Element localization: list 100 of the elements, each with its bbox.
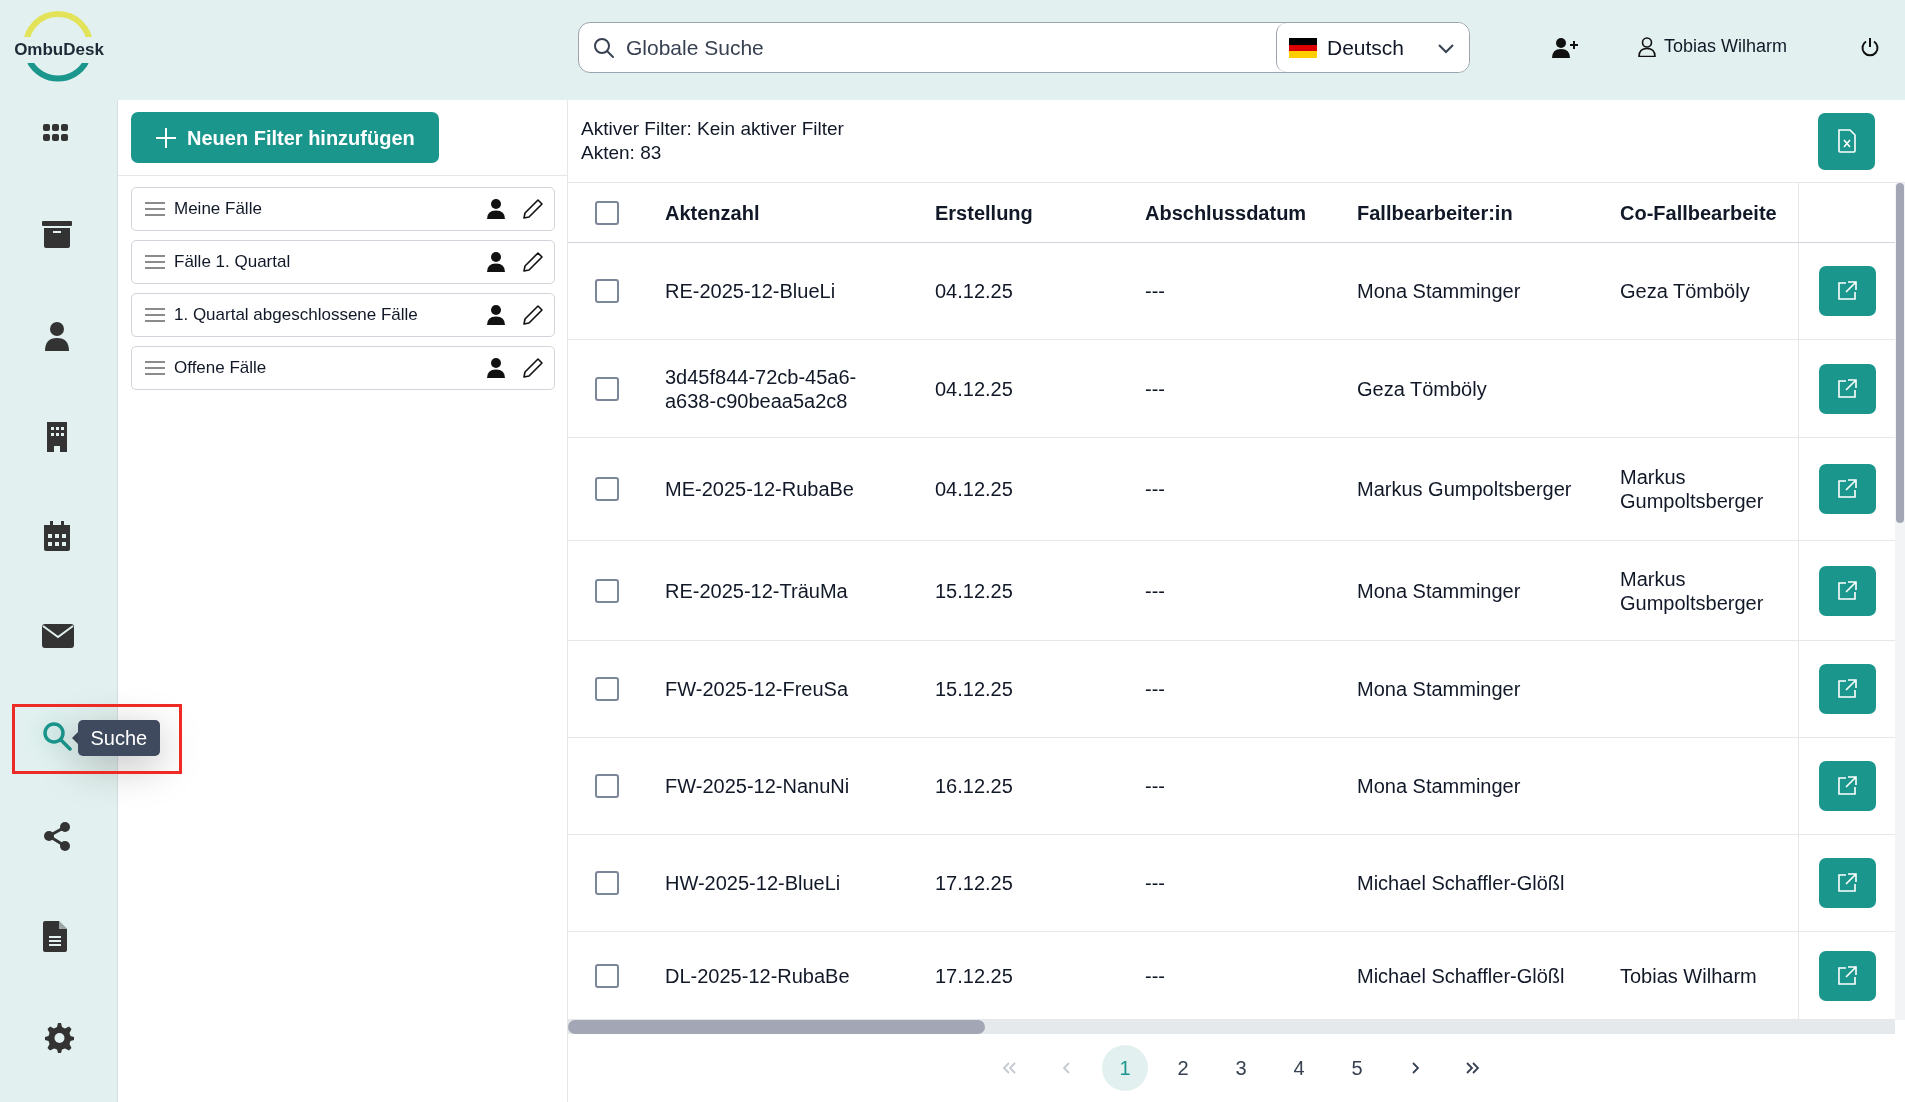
table-cell: FW-2025-12-FreuSa <box>665 678 849 700</box>
person-icon[interactable] <box>486 198 506 220</box>
checkbox[interactable] <box>594 200 619 225</box>
page-button[interactable]: 2 <box>1160 1045 1206 1091</box>
checkbox[interactable] <box>594 376 619 401</box>
table-cell: DL-2025-12-RubaBe <box>665 964 850 987</box>
filter-item[interactable]: Fälle 1. Quartal <box>131 240 555 284</box>
table-cell: 15.12.25 <box>935 678 1013 700</box>
open-case-button[interactable] <box>1818 761 1876 811</box>
tooltip: Suche <box>77 720 161 756</box>
checkbox[interactable] <box>594 279 619 303</box>
pencil-icon[interactable] <box>522 304 544 326</box>
external-link-icon <box>1836 579 1858 602</box>
page-button[interactable]: 3 <box>1218 1045 1264 1091</box>
table-cell: Michael Schaffler-Glößl <box>1357 964 1565 987</box>
logo-text: OmbuDesk <box>13 37 105 63</box>
table-cell: 04.12.25 <box>935 377 1013 400</box>
table-cell: --- <box>1145 872 1165 894</box>
horizontal-scrollbar[interactable] <box>568 1020 985 1034</box>
drag-handle-icon <box>144 254 166 270</box>
person-icon[interactable] <box>486 251 506 273</box>
filter-item[interactable]: 1. Quartal abgeschlossene Fälle <box>131 293 555 337</box>
external-link-icon <box>1836 775 1858 797</box>
external-link-icon <box>1836 872 1858 894</box>
column-header[interactable]: Co-Fallbearbeite <box>1600 197 1798 228</box>
open-case-button[interactable] <box>1818 266 1876 316</box>
person-icon[interactable] <box>486 304 506 326</box>
filter-label: Meine Fälle <box>174 198 263 221</box>
open-case-button[interactable] <box>1818 464 1876 514</box>
external-link-icon <box>1836 964 1858 987</box>
column-header[interactable]: Abschlussdatum <box>1125 197 1337 228</box>
checkbox[interactable] <box>594 963 619 988</box>
table-cell: --- <box>1145 964 1165 987</box>
external-link-icon <box>1836 478 1858 500</box>
table-cell: Markus Gumpoltsberger <box>1620 466 1764 512</box>
user-menu-button[interactable]: Tobias Wilharm <box>1638 33 1788 60</box>
excel-export-button[interactable] <box>1818 112 1875 170</box>
search-field[interactable]: Globale Suche Deutsch <box>578 22 1470 73</box>
table-cell: RE-2025-12-TräuMa <box>665 579 848 602</box>
add-user-icon[interactable] <box>1552 37 1578 59</box>
table-cell: 17.12.25 <box>935 872 1013 894</box>
open-case-button[interactable] <box>1818 363 1876 414</box>
active-filter-text: Aktiver Filter: Kein aktiver Filter <box>581 117 845 141</box>
table-cell: Mona Stamminger <box>1357 678 1521 700</box>
table-cell: ME-2025-12-RubaBe <box>665 478 854 500</box>
filter-label: Fälle 1. Quartal <box>174 251 292 274</box>
plus-icon <box>155 126 177 149</box>
table-cell: --- <box>1145 579 1165 602</box>
open-case-button[interactable] <box>1818 950 1876 1001</box>
table-cell: --- <box>1145 377 1165 400</box>
external-link-icon <box>1836 280 1858 302</box>
pencil-icon[interactable] <box>522 251 544 273</box>
table-cell: Geza Tömböly <box>1357 377 1487 400</box>
table-cell: 3d45f844-72cb-45a6-a638-c90beaa5a2c8 <box>665 365 857 412</box>
checkbox[interactable] <box>594 477 619 501</box>
pencil-icon[interactable] <box>522 357 544 379</box>
table-cell: Markus Gumpoltsberger <box>1357 478 1572 500</box>
table-cell: 04.12.25 <box>935 478 1013 500</box>
table-cell: --- <box>1145 775 1165 797</box>
table-cell: --- <box>1145 478 1165 500</box>
filter-item[interactable]: Offene Fälle <box>131 346 555 390</box>
table-cell: 04.12.25 <box>935 280 1013 302</box>
page-button[interactable]: 5 <box>1334 1045 1380 1091</box>
table-cell: Tobias Wilharm <box>1620 964 1757 987</box>
pencil-icon[interactable] <box>522 198 544 220</box>
page-button[interactable]: 4 <box>1276 1045 1322 1091</box>
column-header[interactable]: Erstellung <box>915 197 1125 228</box>
table-cell: 15.12.25 <box>935 579 1013 602</box>
table-cell: --- <box>1145 678 1165 700</box>
filter-item[interactable]: Meine Fälle <box>131 187 555 231</box>
spreadsheet-file-icon <box>1836 129 1857 153</box>
drag-handle-icon <box>144 307 166 323</box>
table-cell: Mona Stamminger <box>1357 775 1521 797</box>
vertical-scrollbar[interactable] <box>1896 183 1904 523</box>
flag-icon <box>1289 37 1317 58</box>
open-case-button[interactable] <box>1818 565 1876 616</box>
file-count-text: Akten: 83 <box>581 141 663 165</box>
checkbox[interactable] <box>594 578 619 603</box>
table-cell: --- <box>1145 280 1165 302</box>
open-case-button[interactable] <box>1818 858 1876 908</box>
open-case-button[interactable] <box>1818 664 1876 714</box>
language-select[interactable]: Deutsch <box>1276 23 1469 72</box>
column-header[interactable]: Aktenzahl <box>645 197 915 228</box>
power-icon[interactable] <box>1860 37 1880 57</box>
external-link-icon <box>1836 377 1858 400</box>
person-icon[interactable] <box>486 357 506 379</box>
checkbox[interactable] <box>594 774 619 798</box>
checkbox[interactable] <box>594 871 619 895</box>
table-cell: FW-2025-12-NanuNi <box>665 775 850 797</box>
add-filter-button[interactable]: Neuen Filter hinzufügen <box>131 112 439 163</box>
table-cell: HW-2025-12-BlueLi <box>665 872 841 894</box>
table-cell: Mona Stamminger <box>1357 280 1521 302</box>
external-link-icon <box>1836 678 1858 700</box>
table-cell: Geza Tömböly <box>1620 280 1750 302</box>
user-icon <box>1638 36 1656 57</box>
drag-handle-icon <box>144 360 166 376</box>
checkbox[interactable] <box>594 677 619 701</box>
search-icon <box>592 35 616 60</box>
column-header[interactable]: Fallbearbeiter:in <box>1337 197 1600 228</box>
drag-handle-icon <box>144 201 166 217</box>
